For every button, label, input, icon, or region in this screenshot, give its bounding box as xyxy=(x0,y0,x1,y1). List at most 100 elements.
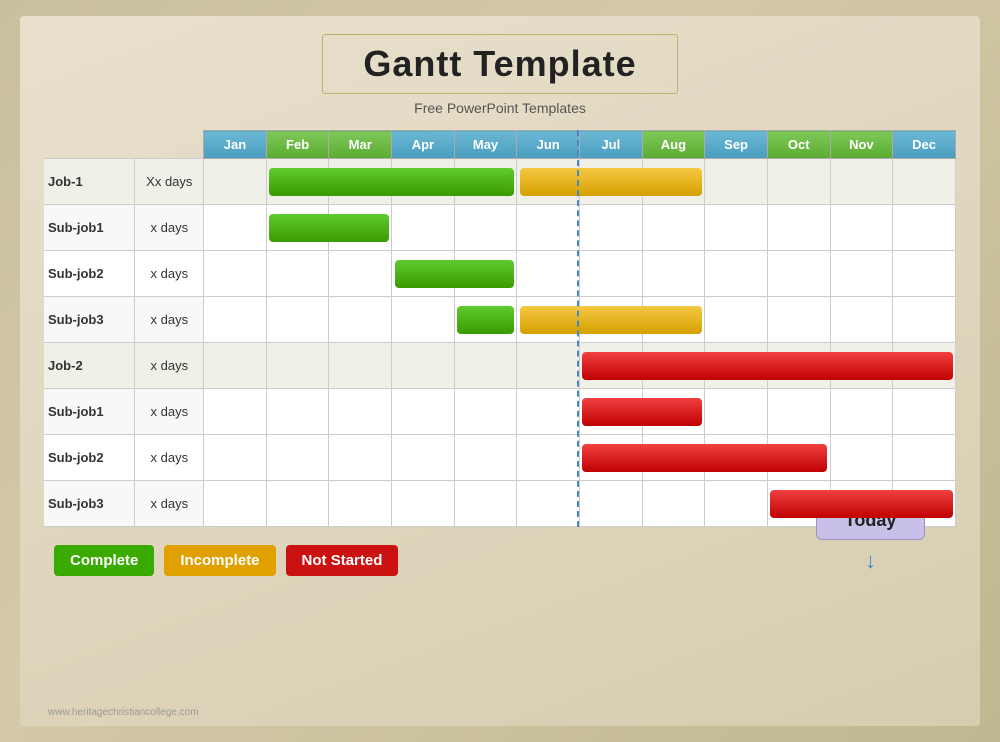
bar-cell xyxy=(579,205,642,251)
month-header-may: May xyxy=(454,131,517,159)
task-cell: Sub-job2 xyxy=(44,435,135,481)
bar-cell xyxy=(642,297,705,343)
title-box: Gantt Template xyxy=(322,34,677,94)
bar-cell xyxy=(517,205,580,251)
bar-cell xyxy=(204,343,267,389)
month-header-apr: Apr xyxy=(392,131,455,159)
legend-not-started: Not Started xyxy=(286,545,399,576)
bar-cell xyxy=(204,481,267,527)
bar-cell xyxy=(705,251,768,297)
days-header xyxy=(135,131,204,159)
bar-cell xyxy=(517,297,580,343)
bar-cell xyxy=(329,435,392,481)
bar-cell xyxy=(579,159,642,205)
bar-cell xyxy=(392,159,455,205)
bar-cell xyxy=(204,251,267,297)
table-row: Job-2x days xyxy=(44,343,956,389)
task-cell: Sub-job2 xyxy=(44,251,135,297)
table-row: Sub-job2x days xyxy=(44,435,956,481)
bar-cell xyxy=(767,251,830,297)
bar-cell xyxy=(454,251,517,297)
bar-cell xyxy=(642,205,705,251)
bar-cell xyxy=(579,481,642,527)
month-header-dec: Dec xyxy=(893,131,956,159)
bar-cell xyxy=(454,343,517,389)
bar-cell xyxy=(705,159,768,205)
bar-cell xyxy=(392,343,455,389)
legend: Complete Incomplete Not Started xyxy=(54,545,398,576)
days-cell: x days xyxy=(135,435,204,481)
bar-cell xyxy=(204,297,267,343)
bar-cell xyxy=(204,389,267,435)
bar-cell xyxy=(266,251,329,297)
bar-cell xyxy=(642,389,705,435)
month-header-aug: Aug xyxy=(642,131,705,159)
bar-cell xyxy=(893,435,956,481)
bar-cell xyxy=(830,159,893,205)
watermark: www.heritagechristiancollege.com xyxy=(48,707,199,718)
bar-cell xyxy=(705,297,768,343)
bar-cell xyxy=(642,343,705,389)
bar-cell xyxy=(579,343,642,389)
bar-cell xyxy=(705,435,768,481)
month-header-jun: Jun xyxy=(517,131,580,159)
bar-cell xyxy=(392,435,455,481)
bar-cell xyxy=(893,297,956,343)
subtitle: Free PowerPoint Templates xyxy=(414,100,586,116)
month-header-jul: Jul xyxy=(579,131,642,159)
bar-cell xyxy=(830,297,893,343)
bar-cell xyxy=(392,251,455,297)
bar-cell xyxy=(830,389,893,435)
bar-cell xyxy=(204,159,267,205)
days-cell: x days xyxy=(135,205,204,251)
bar-cell xyxy=(266,435,329,481)
bar-cell xyxy=(642,481,705,527)
bar-cell xyxy=(204,205,267,251)
task-cell: Sub-job3 xyxy=(44,297,135,343)
slide: Gantt Template Free PowerPoint Templates… xyxy=(20,16,980,726)
table-row: Job-1Xx days xyxy=(44,159,956,205)
days-cell: x days xyxy=(135,343,204,389)
bar-cell xyxy=(705,205,768,251)
today-label: Today xyxy=(816,501,926,540)
bar-cell xyxy=(454,205,517,251)
table-row: Sub-job2x days xyxy=(44,251,956,297)
task-cell: Job-2 xyxy=(44,343,135,389)
bar-cell xyxy=(266,389,329,435)
bar-cell xyxy=(893,389,956,435)
bar-cell xyxy=(266,481,329,527)
bar-cell xyxy=(517,343,580,389)
bar-cell xyxy=(705,389,768,435)
bar-cell xyxy=(517,435,580,481)
bar-cell xyxy=(517,251,580,297)
month-header-jan: Jan xyxy=(204,131,267,159)
gantt-chart: JanFebMarAprMayJunJulAugSepOctNovDec Job… xyxy=(44,130,956,527)
today-arrow-icon: ↓ xyxy=(865,548,876,574)
bar-cell xyxy=(392,481,455,527)
task-cell: Sub-job1 xyxy=(44,389,135,435)
table-row: Sub-job1x days xyxy=(44,205,956,251)
bar-cell xyxy=(329,159,392,205)
bar-cell xyxy=(329,205,392,251)
bar-cell xyxy=(517,481,580,527)
task-header xyxy=(44,131,135,159)
legend-incomplete: Incomplete xyxy=(164,545,275,576)
bar-cell xyxy=(392,389,455,435)
month-header-feb: Feb xyxy=(266,131,329,159)
task-cell: Job-1 xyxy=(44,159,135,205)
bar-cell xyxy=(642,251,705,297)
bar-cell xyxy=(830,205,893,251)
bar-cell xyxy=(830,251,893,297)
bar-cell xyxy=(705,343,768,389)
bar-cell xyxy=(454,481,517,527)
bar-cell xyxy=(642,159,705,205)
bar-cell xyxy=(767,297,830,343)
bar-cell xyxy=(579,389,642,435)
bar-cell xyxy=(329,343,392,389)
table-row: Sub-job3x days xyxy=(44,297,956,343)
bar-cell xyxy=(830,343,893,389)
table-row: Sub-job1x days xyxy=(44,389,956,435)
bar-cell xyxy=(893,159,956,205)
days-cell: x days xyxy=(135,389,204,435)
bar-cell xyxy=(767,205,830,251)
